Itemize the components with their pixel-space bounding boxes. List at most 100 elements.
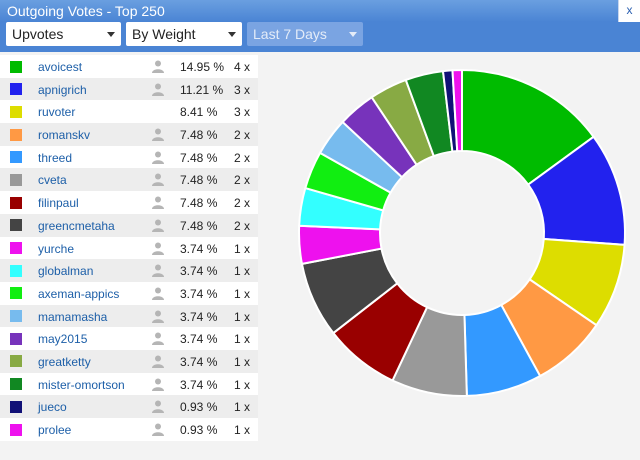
vote-count: 2 x <box>234 196 251 211</box>
list-item: ruvoter 8.41 % 3 x <box>0 100 258 123</box>
list-item: may2015 3.74 % 1 x <box>0 327 258 350</box>
close-button[interactable]: x <box>618 0 640 22</box>
color-swatch <box>10 400 22 413</box>
vote-count: 4 x <box>234 60 251 74</box>
vote-count: 1 x <box>234 354 251 369</box>
vote-percent: 7.48 % <box>180 218 218 233</box>
vote-count: 1 x <box>234 264 251 279</box>
voter-link[interactable]: filinpaul <box>38 196 79 210</box>
vote-count: 1 x <box>234 286 251 301</box>
color-swatch <box>10 128 22 141</box>
person-icon[interactable] <box>151 59 165 73</box>
list-item: apnigrich 11.21 % 3 x <box>0 77 258 101</box>
color-swatch <box>10 151 22 164</box>
person-icon[interactable] <box>151 354 165 368</box>
vote-count: 2 x <box>234 128 251 143</box>
period-dropdown: Last 7 Days <box>247 22 363 46</box>
color-swatch <box>10 264 22 277</box>
person-icon[interactable] <box>151 422 165 436</box>
vote-type-dropdown[interactable]: Upvotes <box>6 22 121 46</box>
list-item: avoicest 14.95 % 4 x <box>0 55 258 78</box>
list-item: globalman 3.74 % 1 x <box>0 259 258 282</box>
voter-link[interactable]: cveta <box>38 173 67 187</box>
vote-percent: 3.74 % <box>180 241 218 256</box>
color-swatch <box>10 196 22 209</box>
voter-link[interactable]: greatketty <box>38 355 91 369</box>
list-item: greatketty 3.74 % 1 x <box>0 349 258 373</box>
voter-list: avoicest 14.95 % 4 x apnigrich 11.21 % 3 x ruv… <box>0 55 258 441</box>
voter-link[interactable]: threed <box>38 151 72 165</box>
vote-count: 1 x <box>234 377 251 392</box>
list-item: greencmetaha 7.48 % 2 x <box>0 213 258 237</box>
sort-by-value: By Weight <box>132 26 196 42</box>
person-icon[interactable] <box>151 150 165 164</box>
color-swatch <box>10 355 22 368</box>
voter-link[interactable]: axeman-appics <box>38 287 119 301</box>
voter-link[interactable]: apnigrich <box>38 83 87 97</box>
color-swatch <box>10 378 22 391</box>
person-icon[interactable] <box>151 377 165 391</box>
votes-donut-chart <box>298 68 626 397</box>
voter-link[interactable]: prolee <box>38 423 71 437</box>
vote-percent: 7.48 % <box>180 128 218 143</box>
vote-percent: 7.48 % <box>180 150 218 165</box>
list-item: mamamasha 3.74 % 1 x <box>0 304 258 328</box>
vote-percent: 3.74 % <box>180 377 218 392</box>
chevron-down-icon <box>228 32 236 37</box>
person-icon[interactable] <box>151 127 165 142</box>
color-swatch <box>10 219 22 232</box>
vote-percent: 14.95 % <box>180 60 225 74</box>
vote-percent: 3.74 % <box>180 309 218 324</box>
voter-link[interactable]: mamamasha <box>38 310 107 324</box>
list-item: romanskv 7.48 % 2 x <box>0 123 258 146</box>
color-swatch <box>10 242 22 254</box>
list-item: cveta 7.48 % 2 x <box>0 168 258 192</box>
list-item: prolee 0.93 % 1 x <box>0 418 258 441</box>
list-item: threed 7.48 % 2 x <box>0 146 258 169</box>
person-icon[interactable] <box>151 309 165 323</box>
voter-link[interactable]: romanskv <box>38 128 90 142</box>
color-swatch <box>10 173 22 186</box>
vote-percent: 3.74 % <box>180 286 218 301</box>
voter-link[interactable]: ruvoter <box>38 105 75 119</box>
voter-link[interactable]: mister-omortson <box>38 378 125 392</box>
person-icon[interactable] <box>151 286 165 300</box>
person-icon[interactable] <box>151 241 165 255</box>
sort-by-dropdown[interactable]: By Weight <box>126 22 242 46</box>
period-value: Last 7 Days <box>253 26 327 42</box>
person-icon[interactable] <box>151 399 165 414</box>
person-icon[interactable] <box>151 195 165 210</box>
vote-percent: 0.93 % <box>180 423 218 437</box>
vote-percent: 7.48 % <box>180 173 218 188</box>
voter-link[interactable]: jueco <box>38 400 67 414</box>
person-icon[interactable] <box>151 331 165 346</box>
voter-link[interactable]: greencmetaha <box>38 219 115 233</box>
vote-percent: 7.48 % <box>180 196 218 211</box>
person-icon[interactable] <box>151 263 165 278</box>
voter-link[interactable]: globalman <box>38 264 93 278</box>
window-titlebar: Outgoing Votes - Top 250 x <box>0 0 640 22</box>
list-item: axeman-appics 3.74 % 1 x <box>0 282 258 305</box>
vote-type-value: Upvotes <box>12 26 64 42</box>
person-icon[interactable] <box>151 82 165 96</box>
vote-count: 1 x <box>234 423 251 437</box>
vote-count: 1 x <box>234 400 251 415</box>
chevron-down-icon <box>107 32 115 37</box>
color-swatch <box>10 332 22 345</box>
color-swatch <box>10 423 22 436</box>
person-icon[interactable] <box>151 172 165 187</box>
vote-count: 2 x <box>234 218 251 233</box>
window-title: Outgoing Votes - Top 250 <box>7 3 165 19</box>
person-icon[interactable] <box>151 218 165 232</box>
voter-link[interactable]: yurche <box>38 242 74 256</box>
vote-count: 2 x <box>234 173 251 188</box>
voter-link[interactable]: avoicest <box>38 60 82 74</box>
voter-link[interactable]: may2015 <box>38 332 87 346</box>
vote-count: 1 x <box>234 241 251 256</box>
list-item: mister-omortson 3.74 % 1 x <box>0 373 258 396</box>
vote-percent: 3.74 % <box>180 264 218 279</box>
vote-count: 3 x <box>234 105 251 120</box>
vote-count: 3 x <box>234 82 251 97</box>
color-swatch <box>10 310 22 323</box>
chevron-down-icon <box>349 32 357 37</box>
